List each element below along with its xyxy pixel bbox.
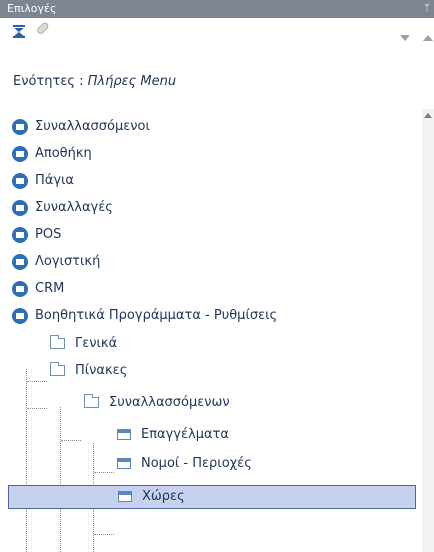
list-bullet-icon <box>12 200 28 216</box>
tree-item[interactable]: Λογιστική <box>0 251 420 273</box>
tree-item[interactable]: Γενικά <box>0 333 420 355</box>
pin-icon[interactable]: ᛘ <box>424 0 430 18</box>
list-bullet-icon <box>12 308 28 324</box>
scroll-up-icon[interactable] <box>424 113 432 118</box>
tree-item[interactable]: Συναλλαγές <box>0 197 420 219</box>
list-bullet-icon <box>12 254 28 270</box>
collapse-all-icon[interactable] <box>12 23 26 42</box>
table-icon <box>118 491 132 502</box>
folder-icon <box>50 335 65 349</box>
tree-item[interactable]: CRM <box>0 278 420 300</box>
tree-item[interactable]: Πίνακες <box>0 360 420 382</box>
scroll-up-arrow-icon[interactable] <box>423 26 433 45</box>
tree-item[interactable]: Συναλλασσόμενων <box>0 392 420 414</box>
tree-item[interactable]: Επαγγέλματα <box>0 424 420 446</box>
tree-item[interactable]: Πάγια <box>0 170 420 192</box>
sections-filter[interactable]: Ενότητες : Πλήρες Menu <box>13 74 176 89</box>
panel-title: Επιλογές <box>7 2 57 15</box>
list-bullet-icon <box>12 146 28 162</box>
folder-icon <box>50 362 65 376</box>
tree-item[interactable]: Συναλλασσόμενοι <box>0 116 420 138</box>
tree-item[interactable]: Βοηθητικά Προγράμματα - Ρυθμίσεις <box>0 305 420 327</box>
clear-icon[interactable] <box>34 21 50 41</box>
list-bullet-icon <box>12 173 28 189</box>
table-icon <box>117 429 131 440</box>
tree-connector <box>94 534 114 535</box>
dropdown-arrow-icon[interactable] <box>400 26 410 45</box>
list-bullet-icon <box>12 281 28 297</box>
list-bullet-icon <box>12 227 28 243</box>
tree-item-selected[interactable]: Χώρες <box>8 485 416 509</box>
tree-item[interactable]: Αποθήκη <box>0 143 420 165</box>
sections-label: Ενότητες : <box>13 74 84 89</box>
tree-item[interactable]: Νομοί - Περιοχές <box>0 453 420 475</box>
menu-tree: Συναλλασσόμενοι Αποθήκη Πάγια Συναλλαγές… <box>0 109 434 552</box>
sections-value[interactable]: Πλήρες Menu <box>88 74 176 89</box>
vertical-scrollbar[interactable] <box>422 109 434 552</box>
toolbar <box>0 18 434 42</box>
panel-titlebar: Επιλογές ᛘ <box>0 0 434 18</box>
folder-icon <box>84 394 99 408</box>
list-bullet-icon <box>12 119 28 135</box>
table-icon <box>117 458 131 469</box>
tree-item[interactable]: POS <box>0 224 420 246</box>
